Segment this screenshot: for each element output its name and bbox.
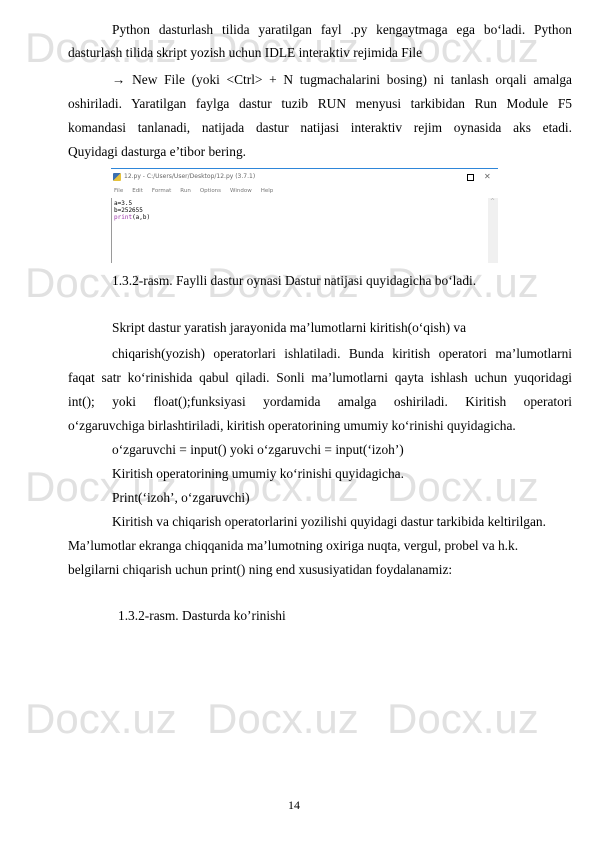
code-keyword: print: [114, 214, 133, 221]
menu-run[interactable]: Run: [180, 186, 191, 196]
paragraph-line: komandasi tanlanadi, natijada dastur nat…: [68, 120, 572, 135]
menu-file[interactable]: File: [114, 186, 123, 196]
paragraph-line: Kiritish operatorining umumiy ko‘rinishi…: [112, 466, 404, 481]
page-number: 14: [288, 798, 300, 812]
code-line: b=252655: [114, 207, 143, 214]
idle-title-bar: 12.py - C:/Users/User/Desktop/12.py (3.7…: [111, 171, 498, 183]
figure-caption: 1.3.2-rasm. Dasturda ko’rinishi: [118, 608, 286, 623]
paragraph-line: int(); yoki float();funksiyasi yordamida…: [68, 394, 572, 409]
paragraph-line: Quyidagi dasturga e’tibor bering.: [68, 144, 247, 159]
paragraph-line: o‘zgaruvchiga birlashtiriladi, kiritish …: [68, 418, 516, 433]
input-syntax: o‘zgaruvchi = input() yoki o‘zgaruvchi =…: [112, 442, 404, 457]
maximize-icon[interactable]: [467, 174, 474, 181]
paragraph-line: chiqarish(yozish) operatorlari ishlatila…: [112, 346, 572, 361]
paragraph-line: dasturlash tilida skript yozish uchun ID…: [68, 45, 423, 60]
idle-editor-screenshot: 12.py - C:/Users/User/Desktop/12.py (3.7…: [111, 168, 498, 263]
paragraph-line: oshiriladi. Yaratilgan faylga dastur tuz…: [68, 96, 572, 111]
menu-edit[interactable]: Edit: [132, 186, 143, 196]
paragraph-line: belgilarni chiqarish uchun print() ning …: [68, 562, 453, 577]
menu-format[interactable]: Format: [152, 186, 171, 196]
code-line: print(a,b): [114, 214, 150, 221]
paragraph-line: → New File (yoki <Ctrl> + N tugmachalari…: [112, 72, 572, 87]
scroll-up-icon[interactable]: ^: [490, 198, 495, 206]
paragraph-line: Python dasturlash tilida yaratilgan fayl…: [112, 22, 572, 37]
paragraph-line: Kiritish va chiqarish operatorlarini yoz…: [112, 514, 546, 529]
idle-window-title: 12.py - C:/Users/User/Desktop/12.py (3.7…: [124, 173, 256, 180]
paragraph-line: Skript dastur yaratish jarayonida ma’lum…: [112, 320, 467, 335]
print-syntax: Print(‘izoh’, o‘zgaruvchi): [112, 490, 250, 505]
python-file-icon: [113, 173, 121, 181]
code-args: (a,b): [132, 214, 151, 221]
code-editor[interactable]: a=3.5 b=252655 print(a,b): [111, 198, 488, 263]
menu-options[interactable]: Options: [200, 186, 221, 196]
document-page: Python dasturlash tilida yaratilgan fayl…: [0, 0, 595, 842]
paragraph-line: faqat satr ko‘rinishida qabul qiladi. So…: [68, 370, 572, 385]
close-icon[interactable]: ✕: [484, 171, 491, 183]
vertical-scrollbar[interactable]: ^: [488, 198, 498, 263]
paragraph-line: Ma’lumotlar ekranga chiqqanida ma’lumotn…: [68, 538, 519, 553]
idle-menu-bar: File Edit Format Run Options Window Help: [111, 186, 273, 196]
menu-window[interactable]: Window: [230, 186, 252, 196]
code-line: a=3.5: [114, 200, 133, 207]
menu-help[interactable]: Help: [261, 186, 274, 196]
figure-caption: 1.3.2-rasm. Faylli dastur oynasi Dastur …: [112, 273, 477, 288]
